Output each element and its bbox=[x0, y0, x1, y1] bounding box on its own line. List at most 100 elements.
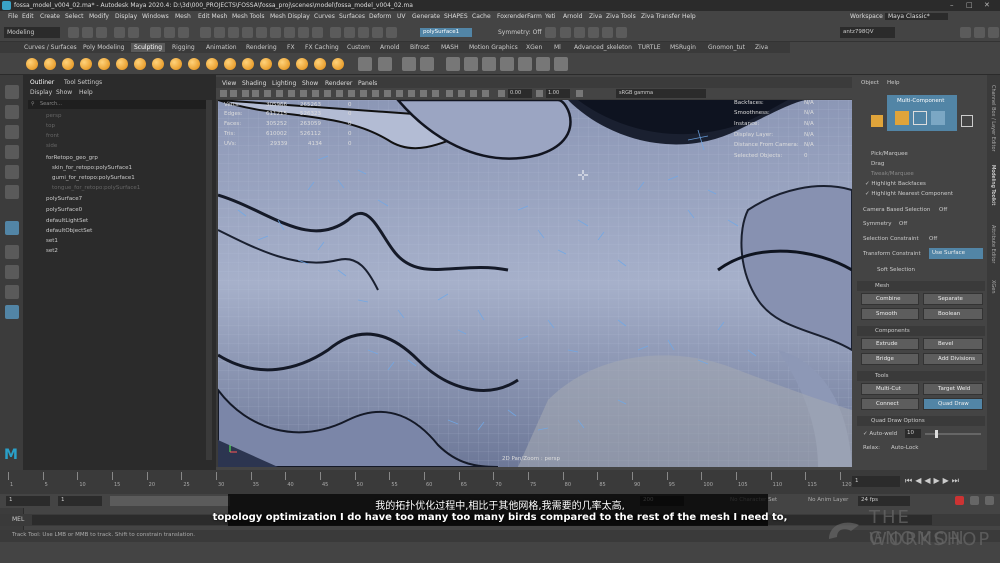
user-account-field[interactable]: antz798QV bbox=[840, 27, 895, 38]
outliner-item-gumi-for-retopo[interactable]: gumi_for_retopo:polySurface1 bbox=[52, 175, 135, 181]
image-plane-icon[interactable] bbox=[242, 90, 249, 97]
outliner-item-set1[interactable]: set1 bbox=[46, 238, 58, 244]
texture-deformer-icon[interactable] bbox=[500, 57, 514, 71]
outliner-item-forretopo-geo-grp[interactable]: forRetopo_geo_grp bbox=[46, 155, 98, 161]
object-cube-icon[interactable] bbox=[871, 115, 883, 127]
menu-select[interactable]: Select bbox=[65, 13, 84, 20]
soft-selection-section[interactable]: Soft Selection bbox=[877, 267, 915, 273]
shelf-tab-mash[interactable]: MASH bbox=[441, 44, 459, 51]
outliner-menu-show[interactable]: Show bbox=[56, 89, 72, 96]
tools-section-header[interactable]: Tools bbox=[857, 371, 985, 381]
outliner-item-defaultlightset[interactable]: defaultLightSet bbox=[46, 218, 88, 224]
separate-button[interactable]: Separate bbox=[923, 293, 983, 305]
side-tab-modeling-toolkit[interactable]: Modeling Toolkit bbox=[990, 165, 996, 205]
select-by-hierarchy-icon[interactable] bbox=[150, 27, 161, 38]
symmetry-value[interactable]: Off bbox=[899, 221, 907, 227]
mask-handles-icon[interactable] bbox=[200, 27, 211, 38]
outliner-scrollbar[interactable] bbox=[206, 100, 212, 460]
outliner-item-persp[interactable]: persp bbox=[46, 113, 62, 119]
outliner-item-top[interactable]: top bbox=[46, 123, 55, 129]
auto-lock-option[interactable]: Auto-Lock bbox=[891, 445, 918, 451]
menu-create[interactable]: Create bbox=[40, 13, 60, 20]
foamy-brush-icon[interactable] bbox=[134, 58, 146, 70]
lights-icon[interactable] bbox=[372, 90, 379, 97]
shelf-tab-xgen[interactable]: XGen bbox=[526, 44, 542, 51]
menu-deform[interactable]: Deform bbox=[369, 13, 391, 20]
freeze-brush-icon[interactable] bbox=[332, 58, 344, 70]
script-rt-icon[interactable] bbox=[554, 57, 568, 71]
auto-weld-checkbox[interactable]: ✓ Auto-weld bbox=[863, 431, 897, 437]
outliner-item-polysurface0[interactable]: polySurface0 bbox=[46, 207, 82, 213]
viewport-menu-shading[interactable]: Shading bbox=[242, 80, 266, 87]
time-slider[interactable]: 1 5 10 15 20 25 30 35 40 45 50 55 60 65 70 75 80 85 90 95 10… bbox=[0, 470, 1000, 494]
shelf-tab-msrugin[interactable]: MSRugin bbox=[670, 44, 696, 51]
outliner-item-polysurface7[interactable]: polySurface7 bbox=[46, 196, 82, 202]
side-tab-attribute-editor[interactable]: Attribute Editor bbox=[990, 225, 996, 263]
selected-object-field[interactable]: polySurface1 bbox=[420, 28, 472, 37]
menu-arnold[interactable]: Arnold bbox=[563, 13, 582, 20]
menu-mesh[interactable]: Mesh bbox=[175, 13, 191, 20]
field-chart-icon[interactable] bbox=[300, 90, 307, 97]
wax-brush-icon[interactable] bbox=[206, 58, 218, 70]
ipr-render-icon[interactable] bbox=[574, 27, 585, 38]
mask-joints-icon[interactable] bbox=[214, 27, 225, 38]
combine-button[interactable]: Combine bbox=[861, 293, 919, 305]
highlight-nearest-checkbox[interactable]: ✓ Highlight Nearest Component bbox=[865, 191, 953, 197]
menu-cache[interactable]: Cache bbox=[472, 13, 491, 20]
menu-mesh-display[interactable]: Mesh Display bbox=[270, 13, 310, 20]
mtk-tab-object[interactable]: Object bbox=[861, 80, 879, 86]
menu-display[interactable]: Display bbox=[115, 13, 137, 20]
menu-generate[interactable]: Generate bbox=[412, 13, 440, 20]
mask-dynamics-icon[interactable] bbox=[270, 27, 281, 38]
render-view-icon[interactable] bbox=[616, 27, 627, 38]
shelf-tab-custom[interactable]: Custom bbox=[347, 44, 370, 51]
quad-draw-button[interactable]: Quad Draw bbox=[923, 398, 983, 410]
shelf-tab-bifrost[interactable]: Bifrost bbox=[410, 44, 429, 51]
paint-select-tool-icon[interactable] bbox=[5, 125, 19, 139]
connect-button[interactable]: Connect bbox=[861, 398, 919, 410]
object-mode-icon[interactable] bbox=[895, 111, 909, 125]
snap-curve-icon[interactable] bbox=[344, 27, 355, 38]
motion-blur-icon[interactable] bbox=[408, 90, 415, 97]
gamma-field[interactable]: 1.00 bbox=[546, 89, 570, 98]
toggle-attribute-editor-icon[interactable] bbox=[988, 27, 999, 38]
script-cp-icon[interactable] bbox=[536, 57, 550, 71]
shelf-tab-rigging[interactable]: Rigging bbox=[172, 44, 195, 51]
lock-selection-icon[interactable] bbox=[312, 27, 323, 38]
outliner-item-defaultobjectset[interactable]: defaultObjectSet bbox=[46, 228, 92, 234]
resolution-gate-icon[interactable] bbox=[276, 90, 283, 97]
safe-action-icon[interactable] bbox=[312, 90, 319, 97]
imprint-brush-icon[interactable] bbox=[188, 58, 200, 70]
outliner-menu-display[interactable]: Display bbox=[30, 89, 52, 96]
multi-component-box[interactable]: Multi-Component bbox=[887, 95, 957, 131]
viewport-menu-view[interactable]: View bbox=[222, 80, 236, 87]
hypershade-icon[interactable] bbox=[602, 27, 613, 38]
mask-rendering-icon[interactable] bbox=[284, 27, 295, 38]
side-tab-xgen[interactable]: XGen bbox=[990, 280, 996, 294]
playback-controls[interactable]: ⏮◀◀▶▶⏭ bbox=[905, 476, 962, 486]
face-mode-icon[interactable] bbox=[931, 111, 945, 125]
isolate-select-icon[interactable] bbox=[446, 90, 453, 97]
search-input[interactable]: Search... bbox=[40, 101, 62, 107]
outliner-menu-help[interactable]: Help bbox=[79, 89, 93, 96]
transfer-attributes-icon[interactable] bbox=[402, 57, 416, 71]
wrap-deformer-icon[interactable] bbox=[464, 57, 478, 71]
menu-modify[interactable]: Modify bbox=[89, 13, 109, 20]
shelf-tab-sculpting[interactable]: Sculpting bbox=[131, 43, 166, 52]
shelf-tab-rendering[interactable]: Rendering bbox=[246, 44, 277, 51]
outliner-search[interactable]: ⚲ Search... bbox=[28, 100, 208, 109]
input-ops-icon[interactable] bbox=[545, 27, 556, 38]
depth-of-field-icon[interactable] bbox=[432, 90, 439, 97]
rotate-tool-icon[interactable] bbox=[5, 165, 19, 179]
gamma-icon[interactable] bbox=[536, 90, 543, 97]
menu-curves[interactable]: Curves bbox=[314, 13, 335, 20]
shelf-tab-poly-modeling[interactable]: Poly Modeling bbox=[83, 44, 125, 51]
mask-misc-icon[interactable] bbox=[298, 27, 309, 38]
menu-edit[interactable]: Edit bbox=[22, 13, 34, 20]
scale-tool-icon[interactable] bbox=[5, 185, 19, 199]
select-tool-icon[interactable] bbox=[5, 85, 19, 99]
shelf-tab-animation[interactable]: Animation bbox=[206, 44, 237, 51]
select-by-component-icon[interactable] bbox=[178, 27, 189, 38]
open-scene-icon[interactable] bbox=[82, 27, 93, 38]
camera-attributes-icon[interactable] bbox=[220, 90, 227, 97]
